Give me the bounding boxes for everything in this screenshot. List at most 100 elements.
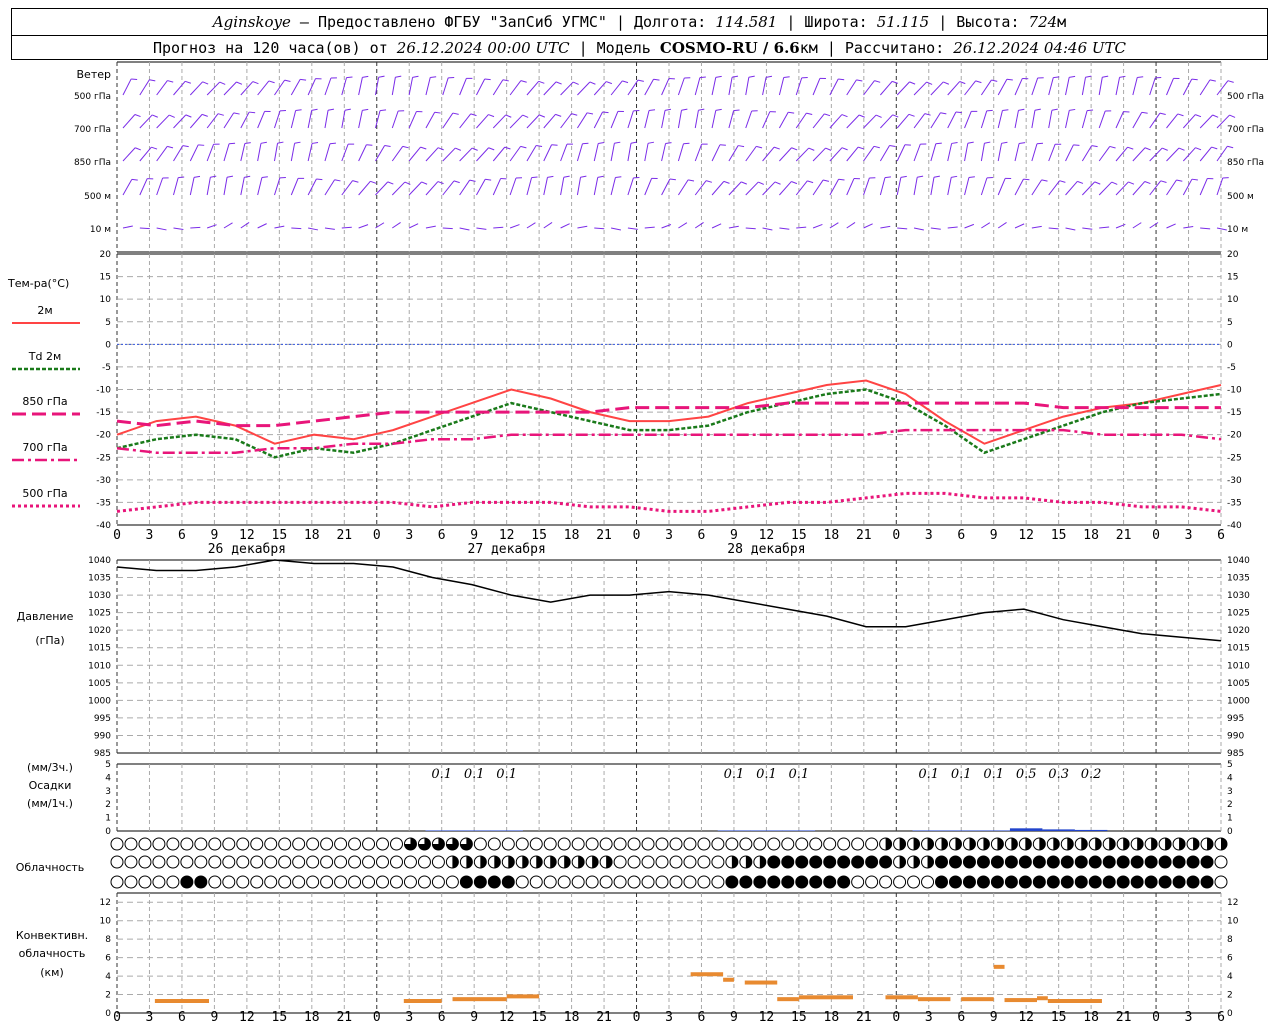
- precip-tick-label-left: 3: [105, 787, 111, 797]
- wind-barb-shaft: [240, 143, 246, 162]
- wind-barb-shaft: [896, 81, 910, 96]
- wind-barb-shaft: [1048, 227, 1059, 230]
- conv-tick-label-right: 2: [1227, 991, 1233, 1001]
- cloud-cover-symbol: [138, 855, 152, 869]
- cloud-cover-symbol: [1060, 875, 1074, 889]
- cloud-cover-symbol: [403, 875, 417, 889]
- wind-barb-shaft: [290, 79, 301, 96]
- precip-3h-total: 0.1: [983, 767, 1004, 782]
- wind-barb-shaft: [1182, 178, 1193, 196]
- wind-barb-feather: [244, 142, 251, 144]
- wind-barb-shaft: [442, 77, 449, 96]
- convective-title-2: облачность: [19, 947, 86, 960]
- wind-barb-shaft: [526, 81, 540, 96]
- meteogram-chart: 500 гПа 500 гПа 700 гПа 700 гПа 850 гПа 850 г…: [7, 61, 1264, 1024]
- wind-level-label-right: 850 гПа: [1227, 158, 1264, 168]
- wind-barb-shaft: [442, 112, 454, 129]
- cloud-cover-symbol: [809, 875, 823, 889]
- wind-barb-shaft: [997, 222, 1007, 229]
- wind-barb-shaft: [206, 177, 211, 196]
- wind-barb-shaft: [341, 143, 349, 162]
- cloud-cover-symbol: [837, 855, 851, 869]
- cloud-cover-symbol: [292, 875, 306, 889]
- wind-barb-feather: [1229, 114, 1236, 118]
- temp-tick-label-left: 15: [100, 273, 111, 283]
- wind-barb-feather: [841, 114, 848, 118]
- cloud-cover-symbol: [599, 875, 613, 889]
- pressure-tick-label-right: 990: [1227, 731, 1244, 741]
- time-tick-label-bottom: 15: [791, 1010, 807, 1024]
- wind-barb-shaft: [206, 224, 217, 229]
- time-tick-label: 18: [824, 528, 840, 543]
- cloud-cover-symbol: [935, 875, 949, 889]
- labels-layer: Тем-ра(°C) 2м Td 2м 850 гПа 700 гПа 500 гПа Да…: [7, 277, 88, 979]
- wind-barb-shaft: [627, 110, 634, 129]
- wind-barb-feather: [884, 176, 891, 179]
- wind-barb-shaft: [543, 81, 557, 96]
- wind-level-label-left: 700 гПа: [74, 125, 111, 135]
- cloud-cover-symbol: [1186, 855, 1200, 869]
- wind-barb-shaft: [273, 143, 279, 162]
- wind-barb-feather: [1073, 144, 1080, 146]
- cloud-cover-symbol: [1004, 875, 1018, 889]
- cloud-cover-symbol: [1158, 875, 1172, 889]
- cloud-cover-symbol: [110, 875, 124, 889]
- pressure-unit: (гПа): [35, 634, 64, 647]
- wind-barb-shaft: [308, 227, 319, 231]
- wind-barb-shaft: [1099, 226, 1110, 229]
- time-tick-label-bottom: 3: [146, 1010, 154, 1024]
- wind-barb-shaft: [981, 222, 991, 229]
- cloud-cover-fill: [731, 856, 738, 868]
- pressure-tick-label-left: 1000: [88, 696, 111, 706]
- cloud-cover-symbol: [1032, 875, 1046, 889]
- cloud-cover-symbol: [655, 875, 669, 889]
- time-tick-label-bottom: 6: [957, 1010, 965, 1024]
- wind-barb-shaft: [257, 143, 262, 162]
- wind-barb-shaft: [846, 222, 856, 229]
- wind-barb-shaft: [324, 143, 331, 162]
- wind-barb-feather: [252, 81, 259, 85]
- cloud-cover-symbol: [767, 855, 781, 869]
- wind-barb-shaft: [1115, 111, 1124, 129]
- wind-barb-shaft: [459, 179, 471, 196]
- cloud-cover-symbol: [655, 855, 669, 869]
- cloud-cover-symbol: [795, 837, 809, 851]
- wind-barb-shaft: [1065, 181, 1078, 196]
- wind-barb-shaft: [778, 77, 785, 96]
- time-tick-label: 12: [239, 528, 255, 543]
- wind-barb-shaft: [947, 111, 957, 129]
- precip-tick-label-right: 2: [1227, 800, 1233, 810]
- wind-barb-shaft: [425, 147, 439, 162]
- cloud-cover-fill: [1095, 838, 1102, 850]
- cloud-cover-symbol: [431, 855, 445, 869]
- time-tick-label-bottom: 15: [272, 1010, 288, 1024]
- wind-barb-shaft: [880, 114, 894, 129]
- wind-barb-shaft: [796, 226, 807, 229]
- wind-barb-shaft: [812, 179, 824, 196]
- conv-cloud-segment: [723, 977, 734, 982]
- conv-cloud-segment: [1004, 998, 1037, 1003]
- cloud-cover-symbol: [1200, 855, 1214, 869]
- wind-barb-shaft: [930, 143, 937, 162]
- wind-barb-feather: [134, 114, 141, 118]
- cloud-cover-symbol: [962, 855, 976, 869]
- conv-cloud-segment: [798, 995, 853, 1000]
- wind-barb-feather: [951, 142, 958, 144]
- temp-tick-label-left: -30: [96, 476, 111, 486]
- pressure-tick-label-left: 1005: [88, 679, 111, 689]
- cloud-cover-symbol: [851, 837, 865, 851]
- wind-barb-shaft: [661, 224, 672, 229]
- cloud-cover-symbol: [1172, 855, 1186, 869]
- wind-barb-shaft: [661, 78, 670, 96]
- wind-barb-feather: [1069, 75, 1076, 78]
- wind-barb-feather: [975, 80, 982, 84]
- wind-barb-shaft: [1132, 222, 1142, 229]
- time-tick-label: 9: [730, 528, 738, 543]
- cloud-cover-symbol: [264, 837, 278, 851]
- wind-level-label-right: 500 м: [1227, 192, 1254, 202]
- wind-barb-feather: [185, 80, 191, 84]
- time-tick-label: 3: [925, 528, 933, 543]
- wind-barb-feather: [244, 175, 251, 178]
- wind-barb-feather: [452, 112, 459, 115]
- date-label: 26 декабря: [208, 542, 286, 557]
